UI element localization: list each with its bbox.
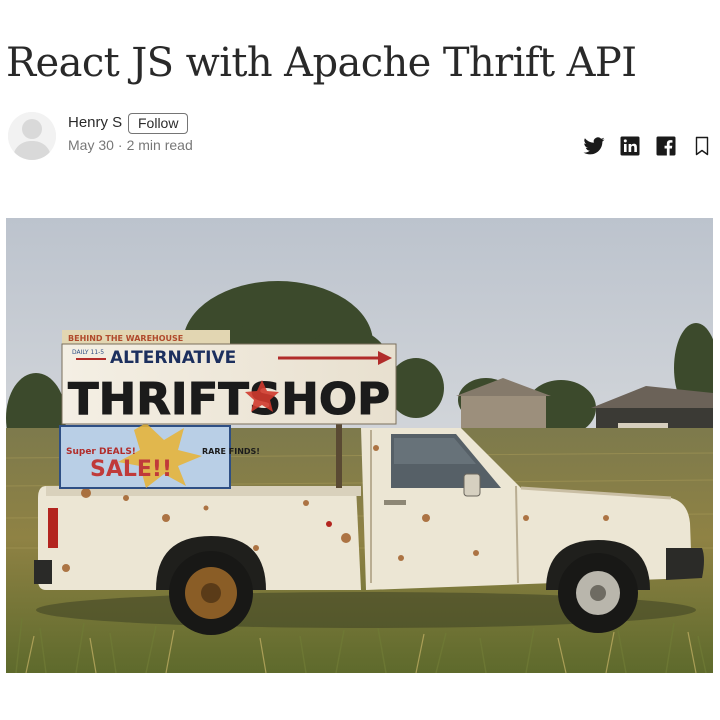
sign-line2: THRIFTSHOP <box>68 374 390 425</box>
twitter-icon[interactable] <box>582 134 606 158</box>
facebook-icon[interactable] <box>654 134 678 158</box>
sign-side-left: Super DEALS! <box>66 447 136 457</box>
rear-wheel <box>169 551 253 635</box>
avatar-placeholder-icon <box>8 112 56 160</box>
sale-sign: Super DEALS! SALE!! RARE FINDS! <box>59 423 260 489</box>
author-avatar[interactable] <box>8 112 56 160</box>
sign-side-right: RARE FINDS! <box>202 447 260 456</box>
sign-small: DAILY 11-5 <box>72 349 104 356</box>
follow-button[interactable]: Follow <box>128 113 189 134</box>
read-time: 2 min read <box>126 137 193 153</box>
thrift-truck-photo: Super DEALS! SALE!! RARE FINDS! BEHIND T… <box>6 218 713 673</box>
meta-separator: · <box>117 137 123 153</box>
thrift-shop-sign: DAILY 11-5 ALTERNATIVE THRIFTSHOP <box>61 343 397 426</box>
share-bar <box>582 134 714 158</box>
author-byline: Henry S Follow May 30 · 2 min read <box>8 112 714 164</box>
article-title: React JS with Apache Thrift API <box>6 40 637 86</box>
bookmark-icon[interactable] <box>690 134 714 158</box>
sign-line1: ALTERNATIVE <box>110 348 236 368</box>
hero-image: Super DEALS! SALE!! RARE FINDS! BEHIND T… <box>6 218 713 673</box>
author-name[interactable]: Henry S <box>68 114 122 131</box>
article-meta: May 30 · 2 min read <box>68 137 193 153</box>
linkedin-icon[interactable] <box>618 134 642 158</box>
sign-sale: SALE!! <box>90 457 172 482</box>
front-wheel <box>558 553 638 633</box>
sign-top-strip: BEHIND THE WAREHOUSE <box>68 334 183 343</box>
publish-date: May 30 <box>68 137 114 153</box>
